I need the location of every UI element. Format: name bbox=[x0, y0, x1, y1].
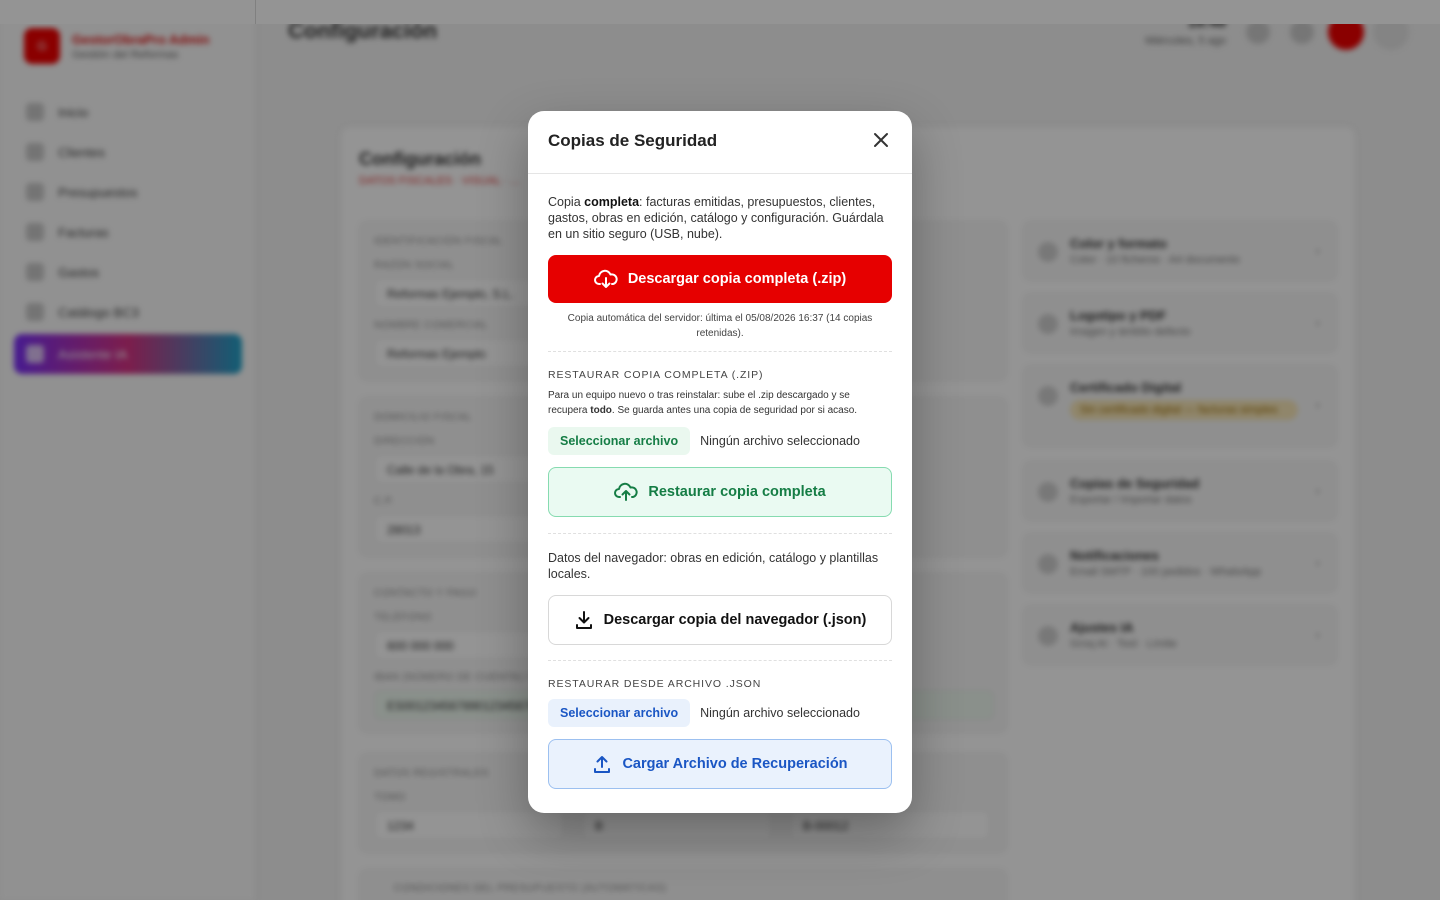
button-label: Descargar copia completa (.zip) bbox=[627, 271, 847, 287]
restore-zip-description: Para un equipo nuevo o tras reinstalar: … bbox=[548, 388, 892, 418]
backup-modal: Copias de Seguridad Copia completa: fact… bbox=[528, 111, 912, 813]
modal-body: Copia completa: facturas emitidas, presu… bbox=[528, 174, 912, 789]
restore-text-bold: todo bbox=[590, 405, 612, 416]
intro-bold: completa bbox=[584, 195, 640, 209]
select-zip-file-button[interactable]: Seleccionar archivo bbox=[548, 427, 691, 455]
restore-full-backup-button[interactable]: Restaurar copia completa bbox=[548, 467, 892, 517]
cloud-download-icon bbox=[593, 269, 618, 288]
restore-zip-heading: RESTAURAR COPIA COMPLETA (.ZIP) bbox=[548, 369, 764, 381]
download-full-backup-button[interactable]: Descargar copia completa (.zip) bbox=[548, 255, 892, 303]
load-recovery-file-button[interactable]: Cargar Archivo de Recuperación bbox=[548, 739, 892, 789]
select-json-file-button[interactable]: Seleccionar archivo bbox=[548, 699, 691, 727]
download-browser-backup-button[interactable]: Descargar copia del navegador (.json) bbox=[548, 595, 892, 645]
upload-icon bbox=[594, 756, 611, 773]
cloud-upload-icon bbox=[614, 482, 638, 501]
close-button[interactable] bbox=[868, 127, 894, 153]
restore-json-heading: RESTAURAR DESDE ARCHIVO .JSON bbox=[548, 678, 762, 690]
restore-text-suffix: . Se guarda antes una copia de seguridad… bbox=[611, 405, 858, 416]
intro-prefix: Copia bbox=[548, 195, 585, 209]
button-label: Restaurar copia completa bbox=[648, 484, 826, 500]
full-backup-description: Copia completa: facturas emitidas, presu… bbox=[548, 194, 892, 242]
button-label: Descargar copia del navegador (.json) bbox=[603, 612, 867, 628]
modal-title: Copias de Seguridad bbox=[548, 131, 718, 150]
download-icon bbox=[575, 611, 592, 629]
zip-file-input: Seleccionar archivo Ningún archivo selec… bbox=[548, 427, 892, 455]
close-icon bbox=[874, 133, 888, 147]
json-file-input: Seleccionar archivo Ningún archivo selec… bbox=[548, 699, 892, 727]
divider bbox=[548, 533, 892, 534]
zip-file-status: Ningún archivo seleccionado bbox=[700, 434, 860, 448]
json-file-status: Ningún archivo seleccionado bbox=[700, 706, 860, 720]
button-label: Cargar Archivo de Recuperación bbox=[622, 756, 848, 772]
divider bbox=[548, 660, 892, 661]
modal-header: Copias de Seguridad bbox=[528, 111, 912, 174]
server-backup-note: Copia automática del servidor: última el… bbox=[567, 313, 873, 339]
browser-data-description: Datos del navegador: obras en edición, c… bbox=[548, 551, 879, 581]
divider bbox=[548, 351, 892, 352]
